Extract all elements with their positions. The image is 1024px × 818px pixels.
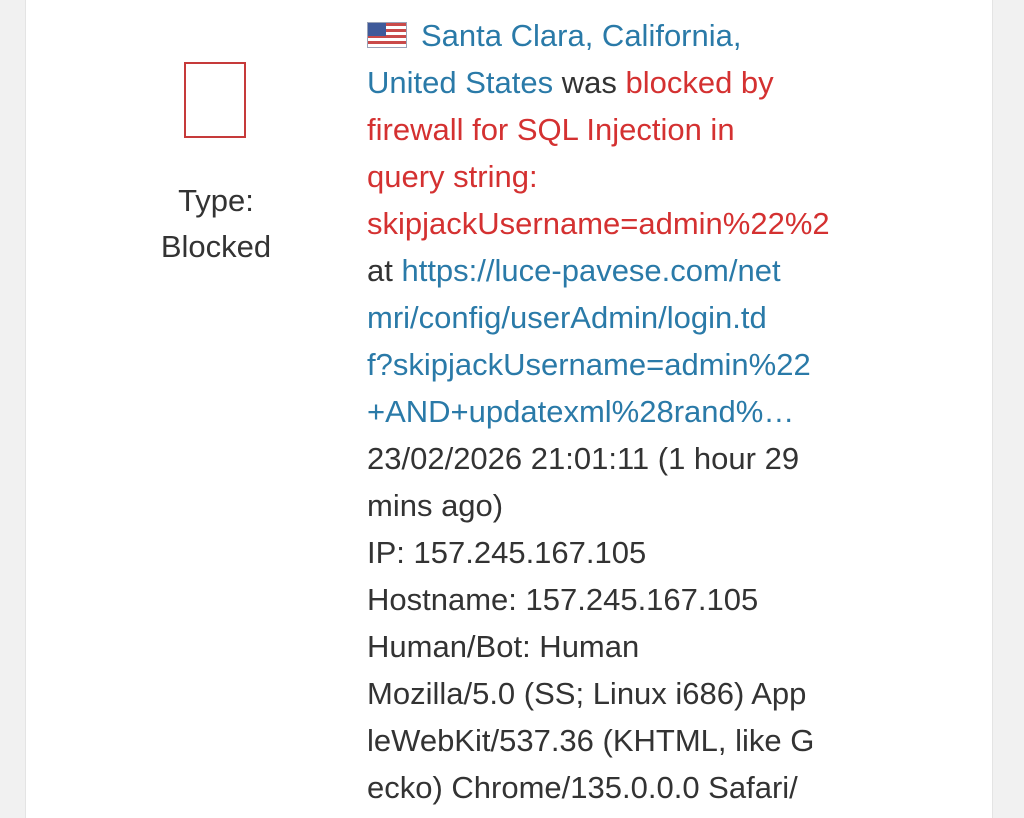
location-link[interactable]: Santa Clara, California,: [421, 18, 742, 53]
blocked-reason-part-1: blocked by: [625, 65, 774, 100]
url-link-part-4[interactable]: +AND+updatexml%28rand%…: [367, 388, 887, 435]
hostname: Hostname: 157.245.167.105: [367, 582, 759, 617]
url-link-part-2[interactable]: mri/config/userAdmin/login.td: [367, 294, 887, 341]
location-line-2: United States was blocked by: [367, 59, 887, 106]
entry-details: Santa Clara, California, United States w…: [367, 12, 887, 811]
us-flag-icon: [367, 21, 407, 48]
type-label: Type: Blocked: [131, 178, 301, 270]
at-text: at: [367, 253, 402, 288]
user-agent-line-3: ecko) Chrome/135.0.0.0 Safari/: [367, 770, 798, 805]
url-link-part-1[interactable]: https://luce-pavese.com/net: [401, 253, 780, 288]
type-label-heading: Type:: [178, 183, 254, 218]
blocked-type-icon: [184, 62, 246, 138]
country-link[interactable]: United States: [367, 65, 553, 100]
blocked-reason-part-2: firewall for SQL Injection in: [367, 112, 735, 147]
url-line-1: at https://luce-pavese.com/net: [367, 247, 887, 294]
type-label-value: Blocked: [160, 229, 272, 264]
timestamp-line-1: 23/02/2026 21:01:11 (1 hour 29: [367, 441, 800, 476]
blocked-reason-query: skipjackUsername=admin%22%2: [367, 206, 830, 241]
timestamp-line-2: mins ago): [367, 488, 504, 523]
blocked-reason-part-3: query string:: [367, 159, 538, 194]
url-link-part-3[interactable]: f?skipjackUsername=admin%22: [367, 341, 887, 388]
user-agent-line-1: Mozilla/5.0 (SS; Linux i686) App: [367, 676, 807, 711]
was-text: was: [553, 65, 626, 100]
ip-address: IP: 157.245.167.105: [367, 535, 647, 570]
human-bot-status: Human/Bot: Human: [367, 629, 640, 664]
activity-entry-card: Type: Blocked Santa Clara, California, U…: [25, 0, 993, 818]
location-line-1: Santa Clara, California,: [367, 12, 887, 59]
user-agent-line-2: leWebKit/537.36 (KHTML, like G: [367, 723, 815, 758]
